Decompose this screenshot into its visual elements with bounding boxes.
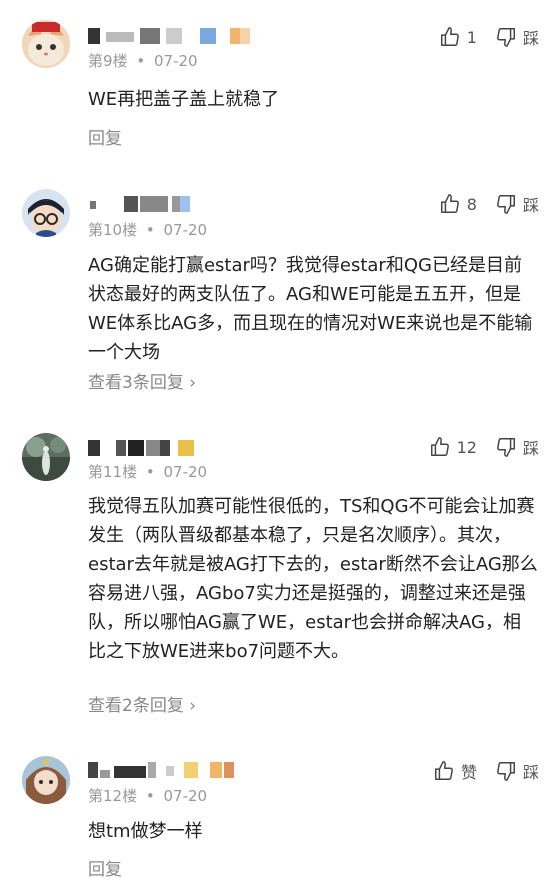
dislike-label: 踩	[522, 29, 539, 48]
floor-number: 第9楼	[88, 52, 128, 70]
like-button[interactable]: 赞	[433, 759, 477, 783]
comment-text: 想tm做梦一样	[88, 821, 203, 842]
dislike-button[interactable]: 踩	[495, 192, 539, 216]
comment-post: 第9楼 • 07-20 1 踩 WE再把盖子盖上就稳了 回复	[0, 0, 557, 175]
floor-number: 第12楼	[88, 787, 138, 805]
meta-separator: •	[136, 52, 146, 70]
post-meta: 第10楼 • 07-20	[88, 219, 207, 240]
floor-number: 第10楼	[88, 221, 138, 239]
post-actions: 8 踩	[421, 192, 539, 216]
thumbs-up-icon	[430, 437, 449, 456]
post-actions: 1 踩	[421, 25, 539, 49]
post-date: 07-20	[163, 221, 208, 239]
like-button[interactable]: 8	[439, 193, 477, 215]
like-count: 1	[466, 27, 477, 47]
floor-number: 第11楼	[88, 463, 138, 481]
thumbs-up-icon	[440, 194, 459, 213]
thumbs-down-icon	[497, 28, 515, 47]
username-obscured[interactable]	[88, 28, 258, 48]
dislike-label: 踩	[522, 763, 539, 782]
post-date: 07-20	[153, 52, 198, 70]
post-meta: 第12楼 • 07-20	[88, 785, 207, 806]
thumbs-up-icon	[440, 27, 459, 46]
dislike-button[interactable]: 踩	[495, 435, 539, 459]
thumbs-up-icon	[434, 761, 453, 780]
comment-post: 第12楼 • 07-20 赞 踩 想tm做梦一样 回复	[0, 745, 557, 893]
post-actions: 赞 踩	[415, 759, 539, 783]
avatar[interactable]	[22, 20, 70, 68]
post-meta: 第9楼 • 07-20	[88, 50, 198, 71]
dislike-button[interactable]: 踩	[495, 759, 539, 783]
username-obscured[interactable]	[88, 196, 208, 216]
post-date: 07-20	[163, 787, 208, 805]
meta-separator: •	[145, 787, 155, 805]
username-obscured[interactable]	[88, 440, 208, 460]
like-label: 赞	[460, 763, 477, 782]
post-date: 07-20	[163, 463, 208, 481]
username-obscured[interactable]	[88, 762, 238, 782]
comment-text: WE再把盖子盖上就稳了	[88, 89, 280, 110]
meta-separator: •	[145, 463, 155, 481]
like-count: 12	[456, 437, 477, 457]
dislike-label: 踩	[522, 196, 539, 215]
reply-button[interactable]: 回复	[88, 855, 122, 880]
thumbs-down-icon	[497, 195, 515, 214]
comment-text: 我觉得五队加赛可能性很低的，TS和QG不可能会让加赛发生（两队晋级都基本稳了，只…	[88, 496, 538, 662]
view-replies-button[interactable]: 查看3条回复 ›	[88, 368, 196, 393]
thumbs-down-icon	[497, 762, 515, 781]
like-button[interactable]: 1	[439, 26, 477, 48]
thumbs-down-icon	[497, 438, 515, 457]
reply-button[interactable]: 回复	[88, 124, 122, 149]
dislike-button[interactable]: 踩	[495, 25, 539, 49]
avatar[interactable]	[22, 756, 70, 804]
view-replies-button[interactable]: 查看2条回复 ›	[88, 691, 196, 716]
comment-post: 第11楼 • 07-20 12 踩 我觉得五队加赛可能性很低的，TS和QG不可能…	[0, 425, 557, 745]
like-button[interactable]: 12	[429, 436, 477, 458]
comment-text: AG确定能打赢estar吗？我觉得estar和QG已经是目前状态最好的两支队伍了…	[88, 255, 533, 363]
comment-post: 第10楼 • 07-20 8 踩 AG确定能打赢estar吗？我觉得estar和…	[0, 175, 557, 425]
post-actions: 12 踩	[411, 435, 539, 459]
avatar[interactable]	[22, 189, 70, 237]
like-count: 8	[466, 194, 477, 214]
dislike-label: 踩	[522, 439, 539, 458]
meta-separator: •	[145, 221, 155, 239]
avatar[interactable]	[22, 433, 70, 481]
post-meta: 第11楼 • 07-20	[88, 461, 207, 482]
